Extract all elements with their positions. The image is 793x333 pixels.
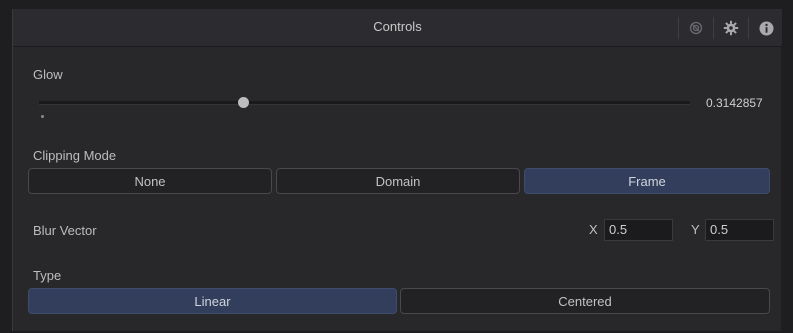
blur-vector-y-input[interactable]: 0.5: [705, 219, 774, 241]
visibility-icon[interactable]: [688, 20, 704, 36]
header-separator: [713, 17, 714, 39]
header-icons: [669, 16, 774, 40]
clipping-mode-label: Clipping Mode: [33, 148, 117, 163]
header-separator: [678, 17, 679, 39]
blur-vector-y-label: Y: [691, 222, 700, 237]
header-separator: [748, 17, 749, 39]
panel-header: Controls: [13, 9, 782, 47]
clipping-domain-button[interactable]: Domain: [276, 168, 520, 194]
blur-vector-label: Blur Vector: [33, 223, 97, 238]
type-centered-button[interactable]: Centered: [400, 288, 770, 314]
clipping-none-button[interactable]: None: [28, 168, 272, 194]
glow-default-marker: [41, 115, 44, 118]
glow-label: Glow: [33, 67, 63, 82]
blur-vector-x-label: X: [589, 222, 598, 237]
type-buttons: Linear Centered: [28, 288, 770, 314]
info-icon[interactable]: [758, 20, 774, 36]
controls-panel: Controls Glow 0.3142857 Clipping Mode No…: [12, 9, 782, 331]
panel-title: Controls: [373, 19, 422, 34]
glow-slider-track[interactable]: [39, 101, 690, 105]
glow-slider-handle[interactable]: [238, 97, 250, 108]
glow-value-field[interactable]: 0.3142857: [706, 93, 778, 113]
gear-icon[interactable]: [723, 20, 739, 36]
clipping-frame-button[interactable]: Frame: [524, 168, 770, 194]
type-label: Type: [33, 268, 62, 283]
clipping-mode-buttons: None Domain Frame: [28, 168, 770, 194]
blur-vector-x-input[interactable]: 0.5: [604, 219, 673, 241]
type-linear-button[interactable]: Linear: [28, 288, 397, 314]
